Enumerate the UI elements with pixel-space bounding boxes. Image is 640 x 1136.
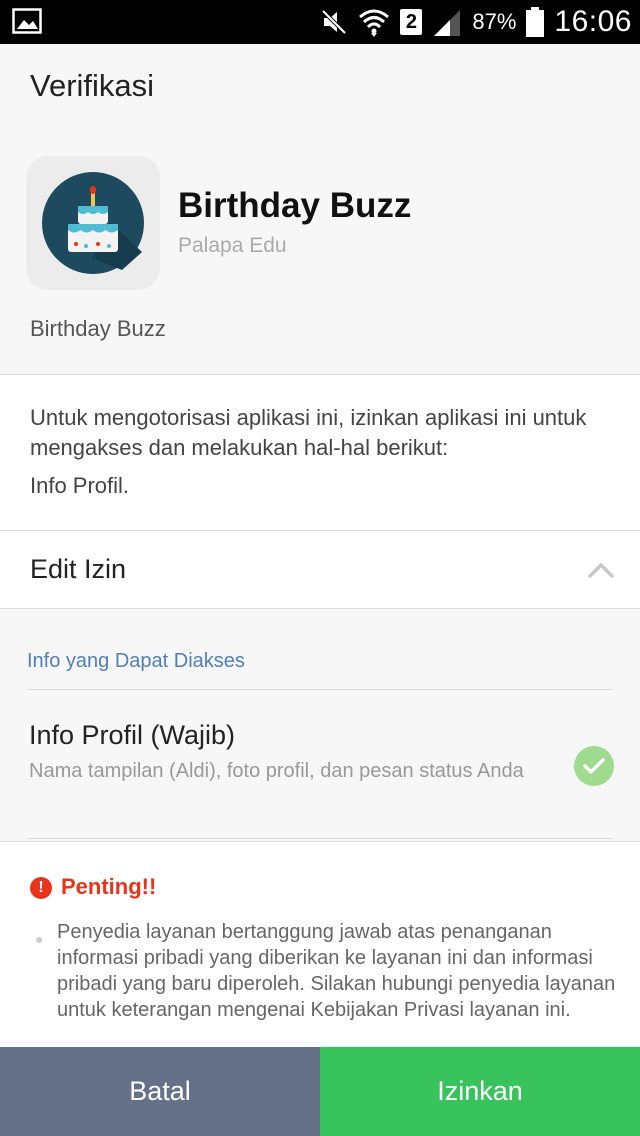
status-bar: 2 87% 16:06 [0,0,640,44]
allow-button[interactable]: Izinkan [320,1047,640,1136]
battery-icon [526,7,545,37]
mute-icon [321,9,347,35]
permission-description: Nama tampilan (Aldi), foto profil, dan p… [29,760,524,782]
authorization-info: Untuk mengotorisasi aplikasi ini, izinka… [0,376,640,531]
notice-title: Penting!! [61,874,157,899]
sim-indicator: 2 [400,9,423,35]
battery-percent: 87% [472,9,517,34]
permissions-panel: Info yang Dapat Diakses Info Profil (Waj… [0,610,640,842]
app-name: Birthday Buzz [178,186,412,225]
notice-body: Penyedia layanan bertanggung jawab atas … [57,921,616,1021]
signal-icon [434,10,461,36]
warning-icon: ! [30,877,52,899]
checkmark-icon [583,758,605,774]
permission-checkbox[interactable] [574,746,614,786]
header: Verifikasi [0,44,640,130]
important-notice: ! Penting!! ● Penyedia layanan bertanggu… [0,843,640,1047]
image-icon [12,8,42,34]
edit-permissions-toggle[interactable]: Edit Izin [0,532,640,609]
authorization-scope: Info Profil. [30,473,130,498]
app-developer: Palapa Edu [178,234,287,257]
divider [27,838,613,839]
authorization-text: Untuk mengotorisasi aplikasi ini, izinka… [30,405,587,460]
clock: 16:06 [554,5,632,38]
app-icon [26,156,160,290]
bullet-icon: ● [35,931,44,947]
chevron-up-icon [588,563,614,578]
wifi-icon [359,9,390,37]
app-info: Birthday Buzz Palapa Edu Birthday Buzz [0,130,640,375]
permission-title: Info Profil (Wajib) [29,720,236,750]
page-title: Verifikasi [30,68,155,103]
app-description: Birthday Buzz [30,316,166,341]
permissions-heading: Info yang Dapat Diakses [27,650,245,672]
cancel-button[interactable]: Batal [0,1047,320,1136]
divider [27,689,613,690]
birthday-cake-icon [42,172,144,274]
edit-permissions-label: Edit Izin [30,554,127,584]
